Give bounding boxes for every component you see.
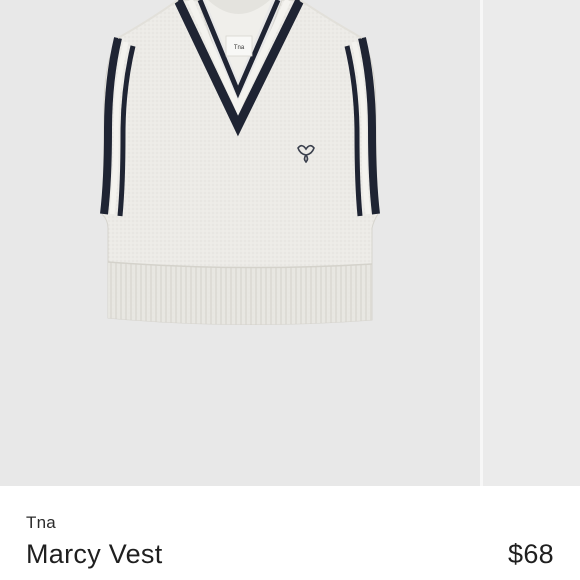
product-card[interactable]: Tna Tna Marcy Vest $68: [0, 0, 580, 580]
product-image-main[interactable]: Tna: [0, 0, 480, 486]
product-image-next[interactable]: [483, 0, 580, 486]
product-image-carousel[interactable]: Tna: [0, 0, 580, 486]
knit-vest-image: Tna: [100, 0, 380, 326]
svg-text:Tna: Tna: [234, 45, 245, 51]
product-title[interactable]: Marcy Vest: [26, 539, 163, 570]
product-brand[interactable]: Tna: [26, 513, 56, 533]
product-price: $68: [508, 539, 554, 569]
